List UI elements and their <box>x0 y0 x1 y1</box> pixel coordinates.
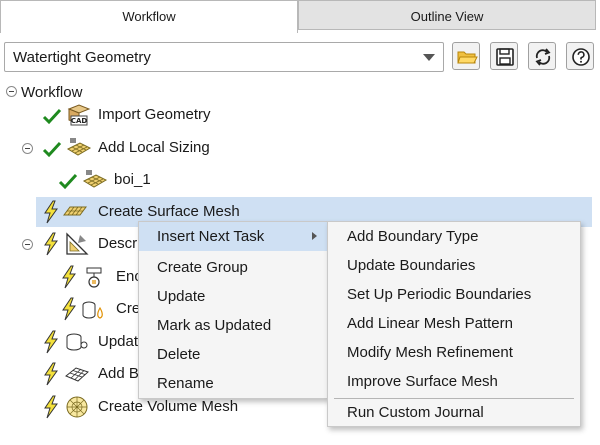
load-workflow-button[interactable] <box>452 42 480 70</box>
submenu-item-update-boundaries[interactable]: Update Boundaries <box>328 251 580 280</box>
save-workflow-button[interactable] <box>490 42 518 70</box>
menu-item-update[interactable]: Update <box>139 282 327 311</box>
cad-icon: CAD <box>67 104 91 126</box>
boundary-layer-icon <box>65 367 89 382</box>
menu-item-delete[interactable]: Delete <box>139 340 327 369</box>
surface-mesh-icon <box>63 206 87 216</box>
collapse-icon[interactable] <box>6 86 17 97</box>
task-label: Updat <box>98 333 139 350</box>
refresh-icon <box>535 48 551 66</box>
lightning-bolt-icon <box>62 297 76 321</box>
lightning-bolt-icon <box>44 395 58 419</box>
task-label: Cre <box>116 300 141 317</box>
workflow-select-value: Watertight Geometry <box>13 49 151 66</box>
workflow-toolbar: Watertight Geometry <box>0 40 600 74</box>
submenu-item-add-linear-mesh-pattern[interactable]: Add Linear Mesh Pattern <box>328 309 580 338</box>
task-label: Descr <box>98 235 138 252</box>
tab-workflow[interactable]: Workflow <box>0 0 298 33</box>
lightning-bolt-icon <box>44 232 58 256</box>
lightning-bolt-icon <box>62 265 76 289</box>
save-icon <box>496 48 514 66</box>
task-label: Create Volume Mesh <box>98 398 239 415</box>
submenu-item-add-boundary-type[interactable]: Add Boundary Type <box>328 222 580 251</box>
enclose-icon <box>86 267 102 288</box>
menu-item-mark-as-updated[interactable]: Mark as Updated <box>139 311 327 340</box>
geometry-icon <box>66 232 89 255</box>
submenu-item-run-custom-journal[interactable]: Run Custom Journal <box>328 398 580 427</box>
chevron-down-icon[interactable] <box>423 54 435 61</box>
refresh-workflow-button[interactable] <box>528 42 556 70</box>
insert-task-submenu: Add Boundary Type Update Boundaries Set … <box>327 221 581 427</box>
task-label: Add B <box>98 365 139 382</box>
svg-text:CAD: CAD <box>71 117 88 125</box>
create-region-icon <box>82 301 103 319</box>
mesh-sizing-icon <box>66 138 92 156</box>
lightning-bolt-icon <box>44 330 58 354</box>
menu-item-rename[interactable]: Rename <box>139 369 327 398</box>
workflow-select[interactable]: Watertight Geometry <box>4 42 444 72</box>
context-menu: Insert Next Task Create Group Update Mar… <box>138 221 328 399</box>
menu-item-create-group[interactable]: Create Group <box>139 253 327 282</box>
task-label: Create Surface Mesh <box>98 203 240 220</box>
tree-root-label: Workflow <box>21 84 83 101</box>
check-icon <box>42 108 62 125</box>
chevron-right-icon <box>312 232 317 240</box>
menu-item-insert-next-task[interactable]: Insert Next Task <box>139 222 327 251</box>
volume-mesh-icon <box>66 396 88 418</box>
task-boi-1[interactable]: boi_1 <box>0 165 600 195</box>
task-label: Import Geometry <box>98 106 211 123</box>
help-icon <box>572 48 590 66</box>
mesh-sizing-icon <box>82 170 108 188</box>
tab-bar: Workflow Outline View <box>0 0 600 33</box>
help-button[interactable] <box>566 42 594 70</box>
collapse-icon[interactable] <box>22 143 33 154</box>
task-label: boi_1 <box>114 171 151 188</box>
task-add-local-sizing[interactable]: Add Local Sizing <box>0 133 600 163</box>
submenu-item-improve-surface-mesh[interactable]: Improve Surface Mesh <box>328 367 580 396</box>
update-icon <box>66 333 88 351</box>
task-label: Add Local Sizing <box>98 139 210 156</box>
menu-item-label: Insert Next Task <box>157 228 265 245</box>
collapse-icon[interactable] <box>22 239 33 250</box>
folder-open-icon <box>457 51 478 64</box>
tab-outline-view[interactable]: Outline View <box>298 0 596 30</box>
lightning-bolt-icon <box>44 200 58 224</box>
submenu-item-set-up-periodic-boundaries[interactable]: Set Up Periodic Boundaries <box>328 280 580 309</box>
submenu-item-modify-mesh-refinement[interactable]: Modify Mesh Refinement <box>328 338 580 367</box>
check-icon <box>42 141 62 158</box>
lightning-bolt-icon <box>44 362 58 386</box>
task-import-geometry[interactable]: CAD Import Geometry <box>0 100 600 130</box>
check-icon <box>58 173 78 190</box>
